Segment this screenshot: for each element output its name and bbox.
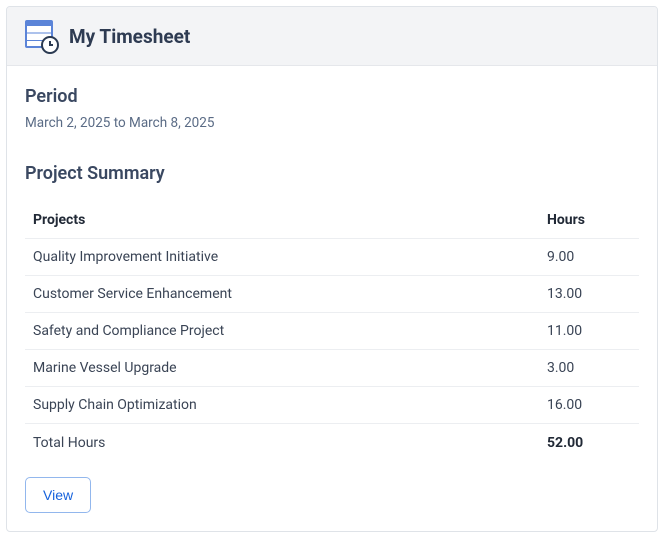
total-row: Total Hours 52.00	[25, 424, 639, 462]
project-summary-title: Project Summary	[25, 163, 639, 184]
total-value: 52.00	[539, 424, 639, 462]
period-label: Period	[25, 86, 639, 107]
table-header-row: Projects Hours	[25, 204, 639, 239]
project-name: Customer Service Enhancement	[25, 276, 539, 313]
project-name: Marine Vessel Upgrade	[25, 350, 539, 387]
project-summary-table: Projects Hours Quality Improvement Initi…	[25, 204, 639, 461]
view-button[interactable]: View	[25, 477, 91, 513]
table-row: Safety and Compliance Project 11.00	[25, 313, 639, 350]
timesheet-card: My Timesheet Period March 2, 2025 to Mar…	[6, 6, 658, 532]
total-label: Total Hours	[25, 424, 539, 462]
project-name: Safety and Compliance Project	[25, 313, 539, 350]
project-name: Supply Chain Optimization	[25, 387, 539, 424]
col-header-projects: Projects	[25, 204, 539, 239]
project-hours: 3.00	[539, 350, 639, 387]
card-title: My Timesheet	[69, 25, 190, 48]
timesheet-icon	[25, 20, 57, 52]
button-row: View	[25, 477, 639, 513]
project-hours: 9.00	[539, 239, 639, 276]
card-body: Period March 2, 2025 to March 8, 2025 Pr…	[7, 66, 657, 531]
project-hours: 13.00	[539, 276, 639, 313]
project-hours: 16.00	[539, 387, 639, 424]
project-hours: 11.00	[539, 313, 639, 350]
card-header: My Timesheet	[7, 7, 657, 66]
table-row: Marine Vessel Upgrade 3.00	[25, 350, 639, 387]
table-row: Quality Improvement Initiative 9.00	[25, 239, 639, 276]
col-header-hours: Hours	[539, 204, 639, 239]
project-name: Quality Improvement Initiative	[25, 239, 539, 276]
period-value: March 2, 2025 to March 8, 2025	[25, 115, 639, 131]
table-row: Supply Chain Optimization 16.00	[25, 387, 639, 424]
table-row: Customer Service Enhancement 13.00	[25, 276, 639, 313]
